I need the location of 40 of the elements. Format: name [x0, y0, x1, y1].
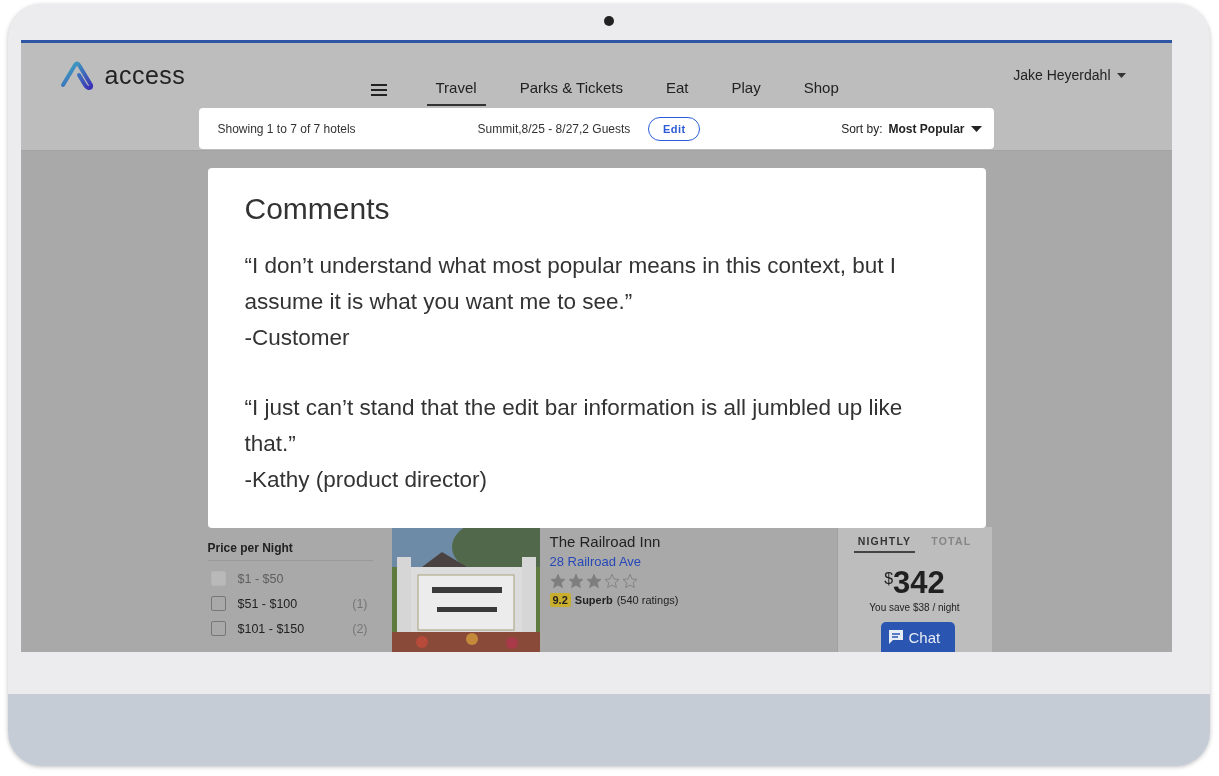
logo-text: access	[104, 60, 186, 90]
price-amount: 342	[893, 567, 945, 599]
hotel-name: The Railroad Inn	[549, 533, 662, 550]
user-menu[interactable]: Jake Heyerdahl	[1013, 67, 1126, 83]
currency-sign: $	[884, 570, 894, 587]
camera-dot	[604, 16, 614, 26]
nav-tab[interactable]: Eat	[657, 73, 698, 106]
filter-option-label: $101 - $150	[237, 621, 305, 636]
star-icon	[585, 573, 602, 589]
nav-tab[interactable]: Parks & Tickets	[510, 73, 632, 106]
chat-bubble-icon	[886, 628, 905, 646]
rating-word: Superb	[574, 594, 613, 606]
checkbox[interactable]	[210, 621, 226, 636]
nav-tab[interactable]: Play	[722, 73, 770, 106]
caret-icon	[970, 125, 982, 132]
filter-option-label: $1 - $50	[237, 571, 284, 586]
nav-tab[interactable]: Shop	[794, 73, 848, 106]
edit-button[interactable]: Edit	[648, 116, 701, 141]
star-icon	[567, 573, 584, 589]
filter-option-label: $51 - $100	[237, 596, 298, 611]
quote-author: -Kathy (product director)	[244, 466, 489, 494]
menu-icon[interactable]	[370, 83, 387, 96]
dialog-title: Comments	[244, 192, 391, 226]
star-icon	[549, 573, 566, 589]
sort-dropdown[interactable]: Sort by: Most Popular	[841, 121, 982, 136]
score-badge: 9.2	[549, 593, 571, 607]
quote-text: “I just can’t stand that the edit bar information is all jumbled up like that.”	[244, 394, 904, 458]
results-count: Showing 1 to 7 of 7 hotels	[217, 121, 356, 136]
quote-text: “I don’t understand what most popular means in this context, but I assume it is what you want me to see.”	[244, 252, 898, 316]
ratings-count: (540 ratings)	[616, 594, 679, 606]
trip-summary: Summit,8/25 - 8/27,2 Guests	[477, 121, 631, 136]
nav-tab[interactable]: Travel	[426, 73, 486, 106]
checkbox[interactable]	[210, 596, 226, 611]
star-icon	[603, 573, 620, 589]
quote-author: -Customer	[244, 324, 351, 352]
savings-text: You save $38 / night	[869, 602, 960, 613]
star-icon	[621, 573, 638, 589]
caret-icon	[1116, 72, 1126, 78]
chat-button[interactable]: Chat	[880, 622, 955, 652]
price-tab[interactable]: NIGHTLY	[853, 533, 916, 553]
